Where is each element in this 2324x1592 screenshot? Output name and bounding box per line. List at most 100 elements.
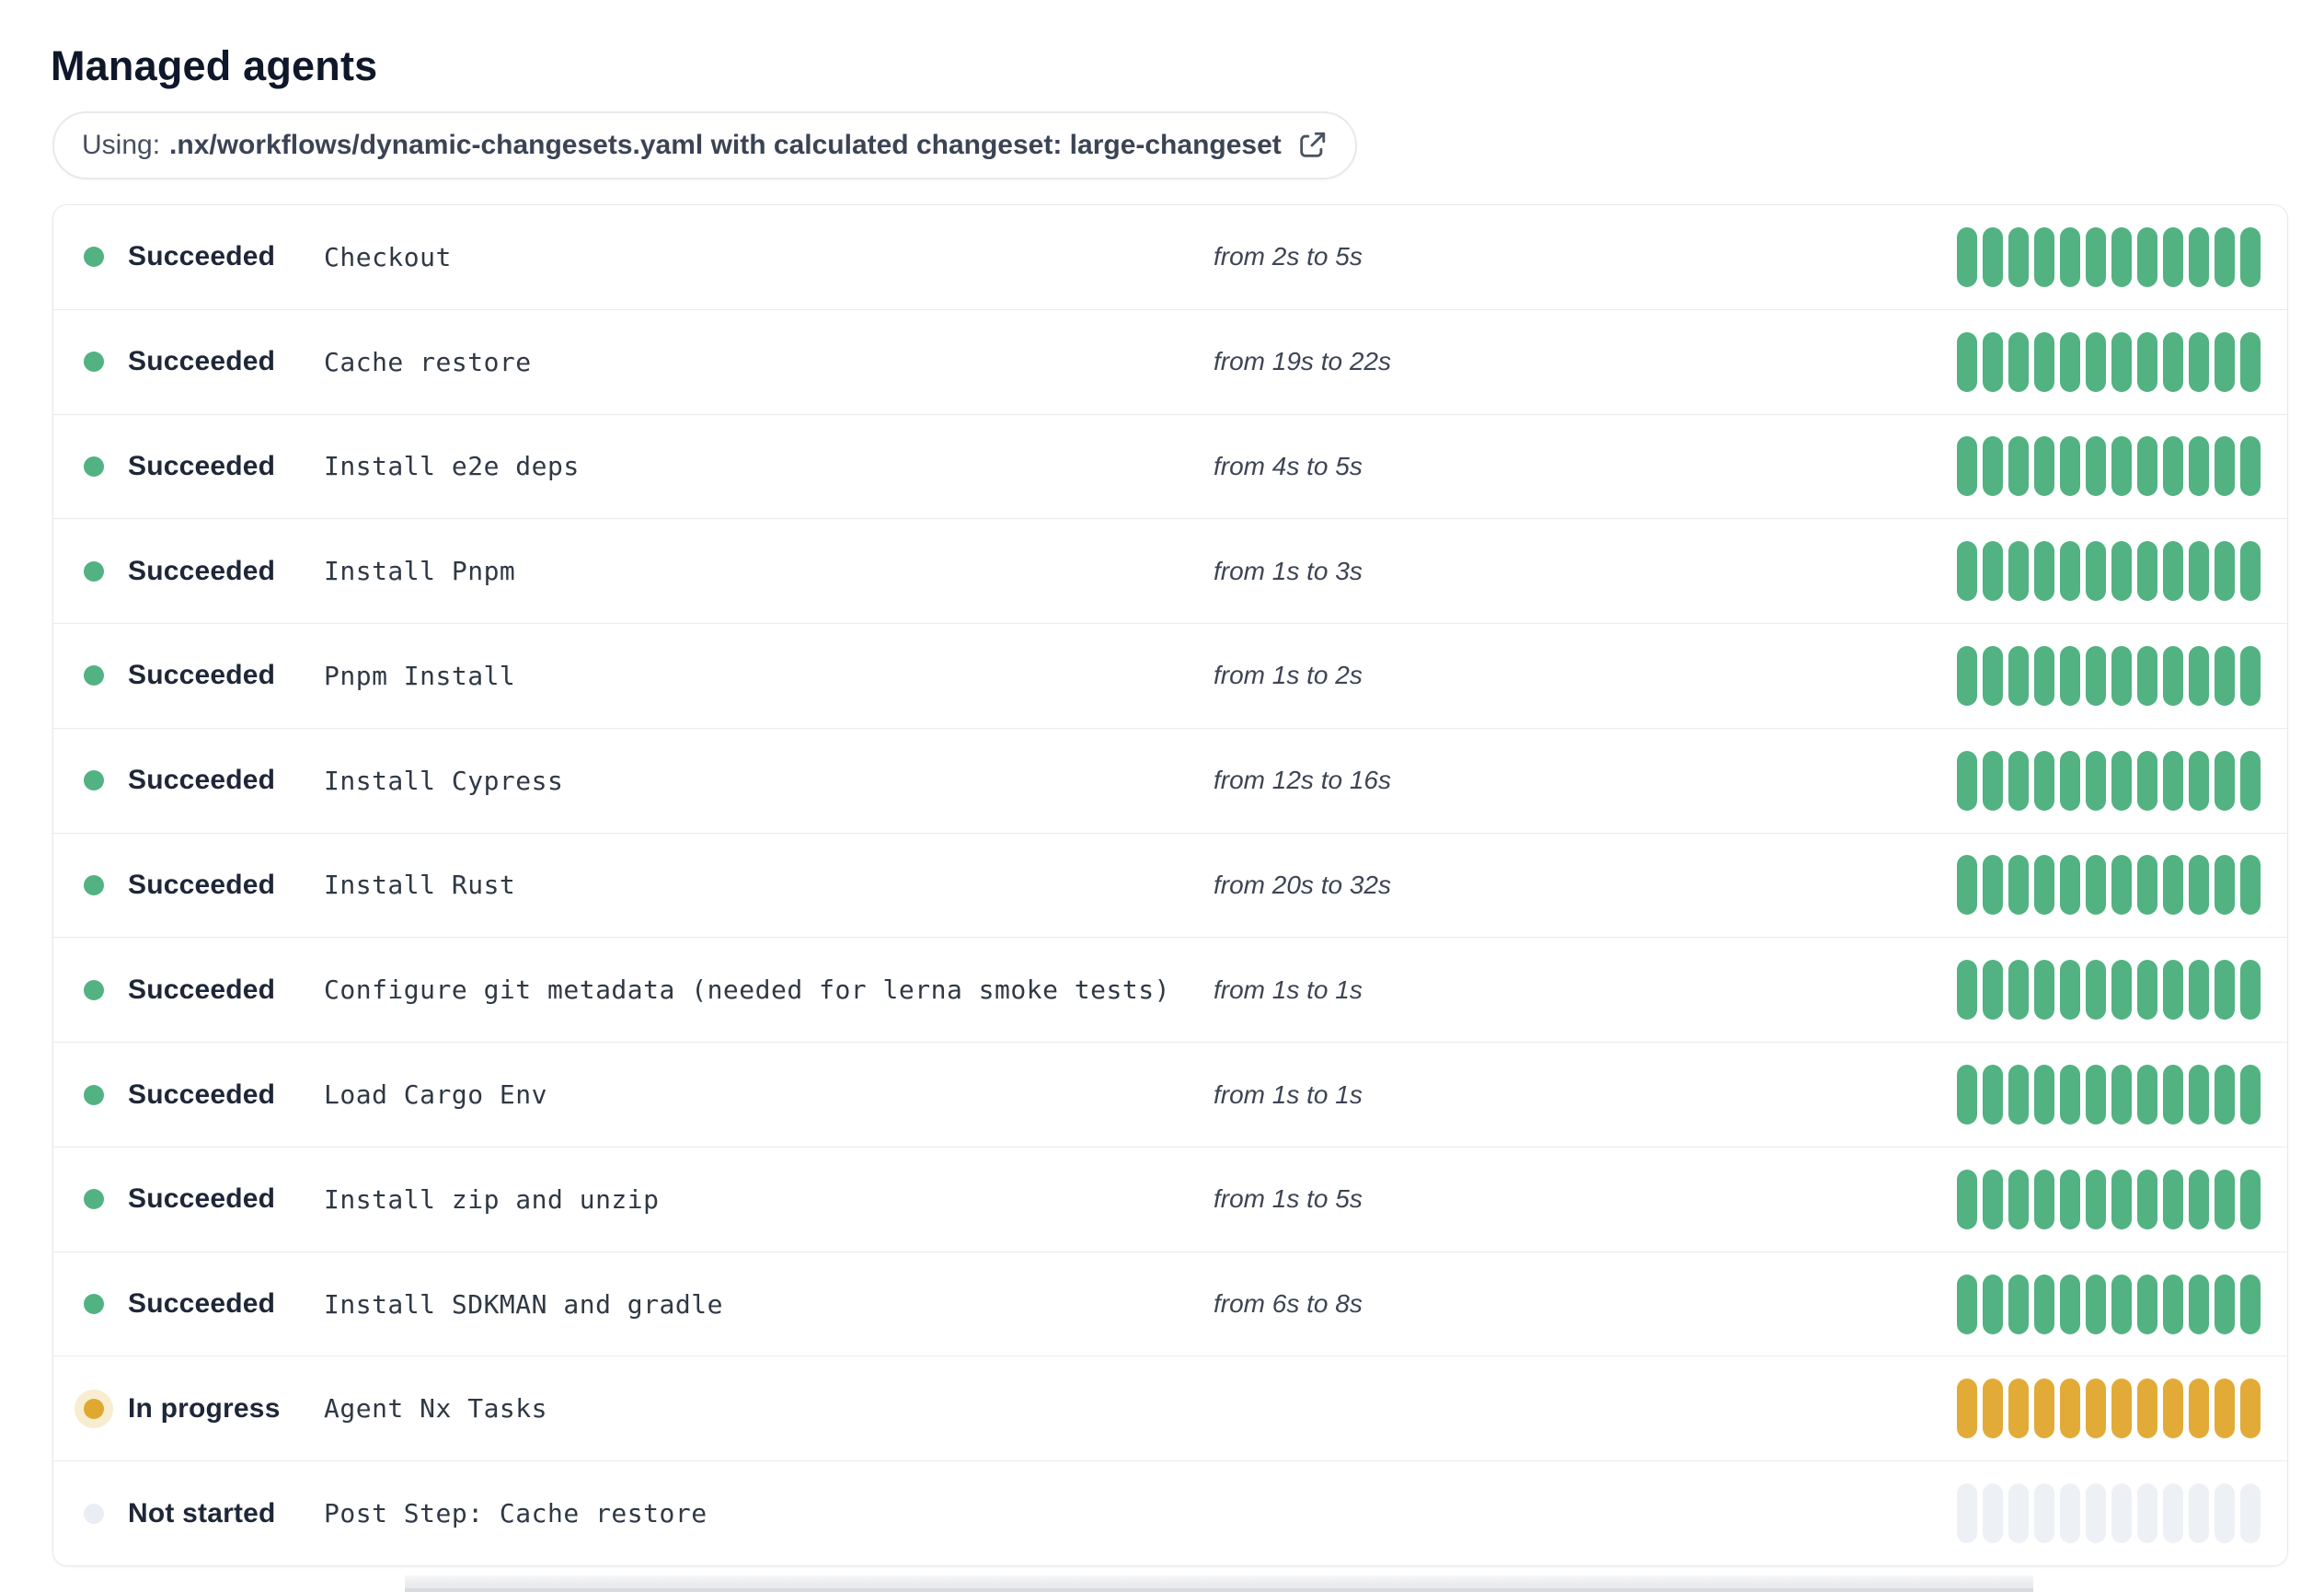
status-dot [84,1294,104,1315]
progress-segment [2034,1169,2054,1229]
progress-segment [2189,750,2209,811]
progress-segment [2137,1483,2157,1544]
progress-segment [2008,750,2029,811]
progress-segment [2137,1065,2157,1125]
status-label: Succeeded [128,450,276,481]
agent-row[interactable]: Succeeded Pnpm Install from 1s to 2s [53,624,2287,729]
progress-segments [1957,1274,2261,1334]
duration-range: from 20s to 32s [1214,870,1391,899]
progress-segment [2034,436,2054,497]
agent-row[interactable]: Succeeded Install Rust from 20s to 32s [53,833,2287,939]
progress-segment [1983,436,2003,497]
progress-segment [2137,960,2157,1021]
progress-segment [2163,645,2183,706]
external-link-icon[interactable] [1296,130,1328,161]
agent-row[interactable]: Succeeded Install Cypress from 12s to 16… [53,728,2287,834]
status-cell: Succeeded [84,346,324,377]
progress-segment [1957,1379,1977,1439]
step-name: Install e2e deps [324,451,580,482]
agent-row[interactable]: Succeeded Checkout from 2s to 5s [53,205,2287,310]
agent-row[interactable]: Succeeded Load Cargo Env from 1s to 1s [53,1043,2287,1148]
progress-segment [1983,226,2003,287]
status-cell: Succeeded [84,975,324,1006]
status-label: In progress [128,1392,281,1424]
progress-segment [1983,1169,2003,1229]
progress-segment [2111,1169,2132,1229]
agent-row[interactable]: Succeeded Install Pnpm from 1s to 3s [53,519,2287,625]
progress-segment [2189,331,2209,392]
progress-segment [2137,331,2157,392]
progress-segment [2240,1483,2261,1544]
agent-row[interactable]: Succeeded Configure git metadata (needed… [53,938,2287,1044]
progress-segment [2215,1274,2235,1334]
duration-range: from 19s to 22s [1214,347,1391,376]
progress-segment [2189,855,2209,916]
status-cell: Succeeded [84,241,324,272]
progress-segment [2111,1379,2132,1439]
progress-segment [2189,645,2209,706]
duration-range: from 1s to 2s [1214,661,1363,690]
status-cell: In progress [84,1393,324,1425]
progress-segment [2189,1169,2209,1229]
progress-segment [2111,226,2132,287]
progress-segments [1957,645,2261,706]
agent-row[interactable]: Not started Post Step: Cache restore [53,1461,2287,1565]
progress-segment [2137,541,2157,602]
progress-segment [2034,855,2054,916]
workflow-banner[interactable]: Using: .nx/workflows/dynamic-changesets.… [52,111,1357,179]
step-name: Load Cargo Env [324,1079,548,1110]
agent-row[interactable]: Succeeded Install zip and unzip from 1s … [53,1147,2287,1252]
progress-segment [2215,1065,2235,1125]
progress-segment [2034,1483,2054,1544]
progress-segment [1957,331,1977,392]
progress-segment [2137,645,2157,706]
progress-segment [2215,1483,2235,1544]
progress-segment [2189,1483,2209,1544]
progress-segment [2137,436,2157,497]
progress-segment [2215,645,2235,706]
progress-segment [2137,1274,2157,1334]
progress-segment [2240,1065,2261,1125]
progress-segment [2034,1274,2054,1334]
progress-segment [2163,1379,2183,1439]
progress-segment [2240,1274,2261,1334]
progress-segment [2008,960,2029,1021]
agent-row[interactable]: Succeeded Install SDKMAN and gradle from… [53,1252,2287,1357]
progress-segments [1957,1169,2261,1229]
progress-segment [2240,855,2261,916]
duration-range: from 12s to 16s [1214,766,1391,795]
status-dot [84,1398,104,1419]
agent-row[interactable]: Succeeded Install e2e deps from 4s to 5s [53,414,2287,520]
progress-segment [2240,1169,2261,1229]
progress-segment [2111,436,2132,497]
progress-segments [1957,750,2261,811]
progress-segment [2008,855,2029,916]
progress-segment [2086,226,2106,287]
status-dot [84,352,104,373]
progress-segment [2060,226,2080,287]
agent-row[interactable]: In progress Agent Nx Tasks [53,1356,2287,1462]
progress-segments [1957,960,2261,1021]
progress-segment [2111,331,2132,392]
duration-range: from 1s to 5s [1214,1184,1363,1214]
progress-segment [2163,1483,2183,1544]
progress-segment [2163,960,2183,1021]
duration-range: from 1s to 3s [1214,556,1363,585]
progress-segment [2189,1379,2209,1439]
progress-segment [2008,645,2029,706]
progress-segment [2189,541,2209,602]
progress-segment [2240,1379,2261,1439]
progress-segment [2060,1483,2080,1544]
progress-segments [1957,1483,2261,1544]
agent-row[interactable]: Succeeded Cache restore from 19s to 22s [53,309,2287,415]
progress-segment [2008,1065,2029,1125]
status-dot [84,1503,104,1524]
progress-segment [1983,960,2003,1021]
progress-segments [1957,436,2261,497]
progress-segment [2060,1274,2080,1334]
progress-segment [1957,960,1977,1021]
status-label: Succeeded [128,1079,276,1110]
progress-segment [2008,1483,2029,1544]
banner-prefix: Using: [82,130,161,160]
step-name: Configure git metadata (needed for lerna… [324,975,1170,1006]
